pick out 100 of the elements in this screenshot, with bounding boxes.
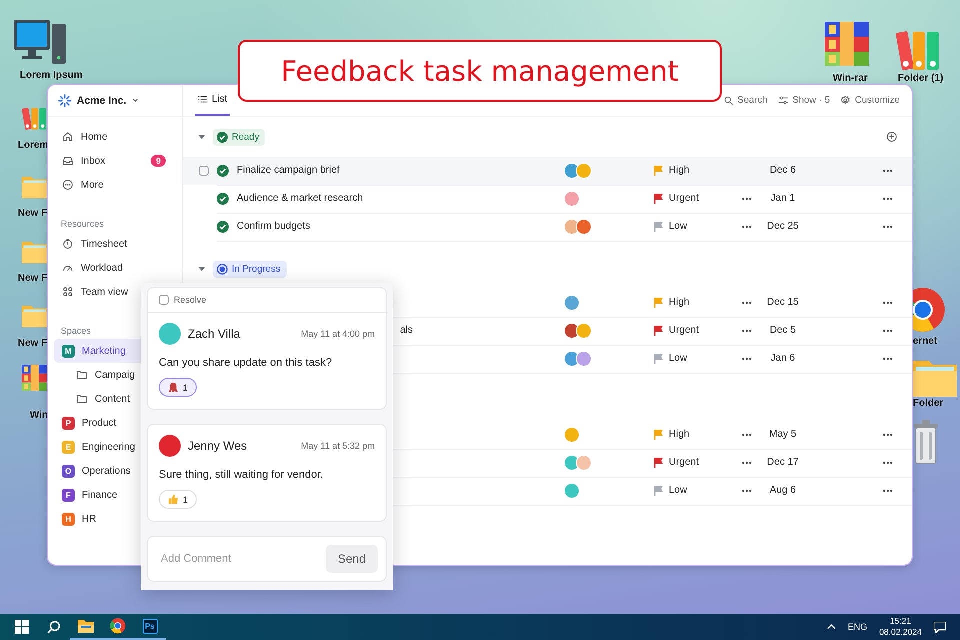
flag-icon[interactable]: [654, 193, 664, 204]
toolbar-button[interactable]: Customize: [840, 85, 900, 116]
priority-label: Urgent: [669, 457, 700, 468]
section-label: Spaces: [60, 325, 92, 338]
grid-icon: [62, 286, 74, 298]
reaction-button[interactable]: 1: [159, 490, 198, 509]
space-letter-icon: H: [62, 512, 75, 526]
due-date: Jan 6: [770, 353, 796, 364]
sidebar-item[interactable]: More: [54, 173, 176, 197]
notification-icon[interactable]: [934, 622, 946, 632]
task-name[interactable]: Confirm budgets: [237, 221, 563, 232]
list-icon: [197, 94, 208, 105]
due-date: May 5: [768, 429, 798, 440]
space-letter-icon: F: [62, 488, 75, 502]
more-icon[interactable]: [883, 328, 893, 332]
title-banner: Feedback task management: [238, 40, 722, 102]
caret-down-icon[interactable]: [198, 133, 206, 141]
more-icon[interactable]: [883, 432, 893, 436]
chevron-down-icon[interactable]: [132, 97, 139, 104]
due-date: Aug 6: [768, 485, 798, 496]
due-date: Dec 25: [766, 221, 800, 232]
archive-icon[interactable]: [825, 22, 869, 66]
more-icon[interactable]: [883, 224, 893, 228]
priority-label: Low: [669, 485, 688, 496]
checkbox[interactable]: [199, 166, 209, 176]
folder-icon: [76, 393, 88, 405]
more-icon[interactable]: [883, 300, 893, 304]
task-name[interactable]: Finalize campaign brief: [237, 165, 563, 176]
check-circle-icon: [217, 164, 229, 176]
more-icon[interactable]: [883, 196, 893, 200]
priority-label: Urgent: [669, 325, 700, 336]
chevron-up-icon[interactable]: [826, 624, 836, 630]
flag-icon[interactable]: [654, 457, 664, 468]
task-row[interactable]: Finalize campaign brief High Dec 6: [183, 157, 912, 185]
icon-label: New F: [18, 273, 48, 284]
thumbs-up-icon: [168, 494, 179, 505]
resolve-label: Resolve: [174, 295, 207, 305]
space-letter-icon: O: [62, 464, 75, 478]
status-tag[interactable]: In Progress: [213, 260, 287, 278]
sidebar-item[interactable]: Workload: [54, 256, 176, 280]
sidebar-item[interactable]: Inbox 9: [54, 149, 176, 173]
icon-label: New F: [18, 338, 48, 349]
more-icon[interactable]: [883, 460, 893, 464]
more-icon[interactable]: [742, 432, 752, 436]
flag-icon[interactable]: [654, 325, 664, 336]
comment-author: Zach Villa: [188, 327, 242, 341]
toolbar-button[interactable]: Search: [722, 85, 768, 116]
folder-icon[interactable]: [78, 619, 94, 633]
folder-icon: [76, 369, 88, 381]
more-icon[interactable]: [883, 488, 893, 492]
icon-label: Lorem Ipsum: [20, 70, 83, 81]
sidebar-item[interactable]: Timesheet: [54, 232, 176, 256]
space-item[interactable]: H HR: [54, 507, 176, 531]
task-name[interactable]: Audience & market research: [237, 193, 563, 204]
due-date: Dec 5: [768, 325, 798, 336]
priority-label: High: [669, 429, 690, 440]
settings-icon: [840, 95, 852, 106]
reaction-button[interactable]: 1: [159, 378, 198, 397]
workspace-name[interactable]: Acme Inc.: [77, 94, 127, 106]
trash-icon[interactable]: [914, 420, 938, 464]
space-item[interactable]: E Engineering: [54, 435, 176, 459]
space-letter-icon: E: [62, 440, 75, 454]
language-indicator[interactable]: ENG: [848, 622, 868, 632]
stopwatch-icon: [62, 238, 74, 250]
more-icon[interactable]: [742, 488, 752, 492]
sidebar-item[interactable]: Home: [54, 125, 176, 149]
search-icon[interactable]: [46, 620, 62, 634]
toolbar-button[interactable]: Show · 5: [778, 85, 830, 116]
more-icon[interactable]: [742, 300, 752, 304]
check-circle-icon: [217, 192, 229, 204]
home-icon: [62, 131, 74, 143]
view-tab[interactable]: List: [195, 85, 230, 116]
more-icon[interactable]: [883, 168, 893, 172]
browser-icon[interactable]: [110, 618, 126, 634]
caret-down-icon[interactable]: [198, 265, 206, 273]
resolve-checkbox[interactable]: [159, 295, 169, 305]
more-icon[interactable]: [742, 328, 752, 332]
clock[interactable]: 15:21 08.02.2024: [879, 616, 922, 638]
due-date: Dec 6: [768, 165, 798, 176]
section-label: Resources: [60, 218, 106, 231]
more-icon[interactable]: [742, 224, 752, 228]
status-tag[interactable]: Ready: [213, 128, 266, 146]
more-icon[interactable]: [742, 196, 752, 200]
inbox-icon: [62, 155, 74, 167]
more-icon: [62, 179, 74, 191]
send-button[interactable]: Send: [326, 545, 378, 573]
more-icon[interactable]: [742, 460, 752, 464]
due-date: Dec 17: [766, 457, 800, 468]
comment-field[interactable]: Add Comment Send: [147, 536, 387, 582]
check-circle-icon: [217, 132, 228, 142]
comment-time: May 11 at 5:32 pm: [301, 441, 375, 451]
sliders-icon: [778, 95, 789, 106]
add-icon[interactable]: [886, 131, 898, 143]
more-icon[interactable]: [883, 356, 893, 360]
icon-label: Win: [30, 410, 48, 421]
space-item[interactable]: P Product: [54, 411, 176, 435]
priority-label: High: [669, 297, 690, 308]
windows-icon[interactable]: [15, 620, 29, 634]
photoshop-button[interactable]: Ps: [142, 618, 158, 634]
more-icon[interactable]: [742, 356, 752, 360]
